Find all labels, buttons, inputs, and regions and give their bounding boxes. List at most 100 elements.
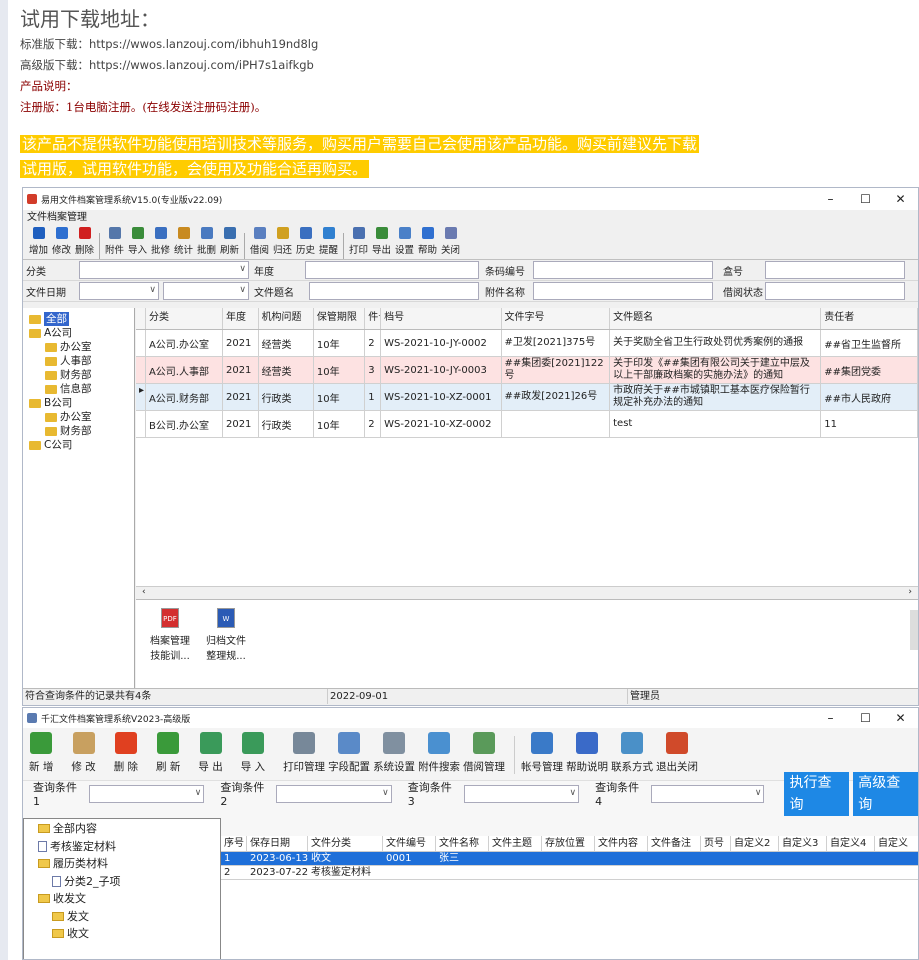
column-header[interactable]: 档号 bbox=[381, 308, 502, 329]
toolbar-calendar-button[interactable]: 借阅管理 bbox=[463, 732, 505, 774]
toolbar-printer-button[interactable]: 打印管理 bbox=[283, 732, 325, 774]
minimize-button[interactable]: – bbox=[813, 192, 848, 206]
toolbar-close-door-button[interactable]: 关闭 bbox=[439, 227, 462, 259]
tree-node[interactable]: 全部 bbox=[23, 312, 134, 326]
attachment-item[interactable]: PDF 档案管理 技能训... bbox=[144, 608, 196, 662]
query-condition-select[interactable] bbox=[88, 784, 205, 803]
maximize-button[interactable]: ☐ bbox=[848, 711, 883, 725]
column-header[interactable]: 责任者 bbox=[821, 308, 918, 329]
query-condition-select[interactable] bbox=[463, 784, 580, 803]
table-row[interactable]: 1 2023-06-13 收文 0001 张三 bbox=[221, 852, 918, 866]
column-header[interactable]: 自定义 bbox=[875, 836, 918, 851]
toolbar-delete-x-button[interactable]: 删 除 bbox=[114, 732, 138, 774]
column-header[interactable]: 文件内容 bbox=[595, 836, 648, 851]
date-to-picker[interactable] bbox=[163, 282, 249, 300]
toolbar-plus-button[interactable]: 新 增 bbox=[29, 732, 53, 774]
toolbar-reminder-button[interactable]: 提醒 bbox=[317, 227, 340, 259]
tree-node[interactable]: 分类2_子项 bbox=[24, 873, 220, 891]
toolbar-exit-button[interactable]: 退出关闭 bbox=[656, 732, 698, 774]
column-header[interactable]: 文件题名 bbox=[610, 308, 822, 329]
toolbar-tools-button[interactable]: 系统设置 bbox=[373, 732, 415, 774]
year-input[interactable] bbox=[305, 261, 479, 279]
column-header[interactable]: 自定义4 bbox=[827, 836, 875, 851]
toolbar-export-button[interactable]: 导出 bbox=[370, 227, 393, 259]
tree-node[interactable]: 考核鉴定材料 bbox=[24, 838, 220, 856]
advanced-download-line[interactable]: 高级版下载：https://wwos.lanzouj.com/iPH7s1aif… bbox=[20, 55, 915, 76]
execute-query-button[interactable]: 执行查询 bbox=[784, 771, 850, 816]
date-from-picker[interactable] bbox=[79, 282, 159, 300]
toolbar-return-button[interactable]: 归还 bbox=[271, 227, 294, 259]
table-row[interactable]: A公司.办公室 2021 经营类 10年 2 WS-2021-10-JY-0002 #卫发[… bbox=[136, 330, 918, 357]
toolbar-import-button[interactable]: 导入 bbox=[126, 227, 149, 259]
column-header[interactable]: 文件字号 bbox=[502, 308, 611, 329]
tree-node[interactable]: 办公室 bbox=[23, 340, 134, 354]
file-title-input[interactable] bbox=[309, 282, 479, 300]
query-condition-select[interactable] bbox=[276, 784, 392, 803]
toolbar-refresh-button[interactable]: 刷新 bbox=[218, 227, 241, 259]
borrow-status-input[interactable] bbox=[765, 282, 905, 300]
toolbar-table-config-button[interactable]: 字段配置 bbox=[328, 732, 370, 774]
column-header[interactable]: 文件备注 bbox=[648, 836, 701, 851]
column-header[interactable]: 文件编号 bbox=[383, 836, 436, 851]
toolbar-help-button[interactable]: 帮助 bbox=[416, 227, 439, 259]
column-header[interactable]: 保管期限 bbox=[314, 308, 366, 329]
toolbar-plus-button[interactable]: 增加 bbox=[27, 227, 50, 259]
column-header[interactable]: 序号 bbox=[221, 836, 247, 851]
box-input[interactable] bbox=[765, 261, 905, 279]
toolbar-users-button[interactable]: 帐号管理 bbox=[521, 732, 563, 774]
toolbar-edit-button[interactable]: 修 改 bbox=[71, 732, 96, 774]
attachment-scrollbar[interactable] bbox=[910, 610, 918, 650]
standard-download-line[interactable]: 标准版下载：https://wwos.lanzouj.com/ibhuh19nd… bbox=[20, 34, 915, 55]
table-row[interactable]: A公司.人事部 2021 经营类 10年 3 WS-2021-10-JY-0003 ##集团… bbox=[136, 357, 918, 384]
toolbar-paperclip-button[interactable]: 附件 bbox=[103, 227, 126, 259]
barcode-input[interactable] bbox=[533, 261, 713, 279]
window1-menu[interactable]: 文件档案管理 bbox=[23, 210, 918, 226]
category-select[interactable] bbox=[79, 261, 249, 279]
toolbar-pencil-button[interactable]: 修改 bbox=[50, 227, 73, 259]
column-header[interactable]: 保存日期 bbox=[247, 836, 308, 851]
close-button[interactable]: ✕ bbox=[883, 711, 918, 725]
tree-node[interactable]: 财务部 bbox=[23, 424, 134, 438]
column-header[interactable]: 文件分类 bbox=[308, 836, 383, 851]
toolbar-history-button[interactable]: 历史 bbox=[294, 227, 317, 259]
toolbar-import-excel-button[interactable]: 导 入 bbox=[241, 732, 265, 774]
toolbar-borrow-button[interactable]: 借阅 bbox=[248, 227, 271, 259]
toolbar-magnifier-button[interactable]: 附件搜索 bbox=[418, 732, 460, 774]
close-button[interactable]: ✕ bbox=[883, 192, 918, 206]
table-row[interactable]: 2 2023-07-22 考核鉴定材料 bbox=[221, 866, 918, 880]
toolbar-settings-button[interactable]: 设置 bbox=[393, 227, 416, 259]
column-header[interactable]: 年度 bbox=[223, 308, 259, 329]
toolbar-export-excel-button[interactable]: 导 出 bbox=[198, 732, 223, 774]
query-condition-select[interactable] bbox=[650, 784, 765, 803]
toolbar-refresh-button[interactable]: 刷 新 bbox=[156, 732, 180, 774]
toolbar-stats-button[interactable]: 统计 bbox=[172, 227, 195, 259]
toolbar-delete-x-button[interactable]: 删除 bbox=[73, 227, 96, 259]
table-row[interactable]: ▸ A公司.财务部 2021 行政类 10年 1 WS-2021-10-XZ-0001 ##政… bbox=[136, 384, 918, 411]
tree-node[interactable]: 发文 bbox=[24, 908, 220, 926]
tree-node[interactable]: 财务部 bbox=[23, 368, 134, 382]
column-header[interactable]: 文件名称 bbox=[436, 836, 489, 851]
column-header[interactable]: 页号 bbox=[701, 836, 731, 851]
toolbar-batch-delete-button[interactable]: 批删 bbox=[195, 227, 218, 259]
toolbar-print-button[interactable]: 打印 bbox=[347, 227, 370, 259]
toolbar-batch-edit-button[interactable]: 批修 bbox=[149, 227, 172, 259]
tree-node[interactable]: 办公室 bbox=[23, 410, 134, 424]
column-header[interactable]: 自定义3 bbox=[779, 836, 827, 851]
tree-node[interactable]: 履历类材料 bbox=[24, 855, 220, 873]
tree-node[interactable]: B公司 bbox=[23, 396, 134, 410]
tree-node[interactable]: 信息部 bbox=[23, 382, 134, 396]
column-header[interactable]: 存放位置 bbox=[542, 836, 595, 851]
column-header[interactable]: 分类 bbox=[146, 308, 223, 329]
toolbar-monitor-button[interactable]: 联系方式 bbox=[611, 732, 653, 774]
tree-node[interactable]: 全部内容 bbox=[24, 820, 220, 838]
tree-node[interactable]: 收文 bbox=[24, 925, 220, 943]
attachment-item[interactable]: W 归档文件 整理规... bbox=[200, 608, 252, 662]
tree-node[interactable]: A公司 bbox=[23, 326, 134, 340]
advanced-query-button[interactable]: 高级查询 bbox=[853, 771, 918, 816]
maximize-button[interactable]: ☐ bbox=[848, 192, 883, 206]
column-header[interactable]: 机构问题 bbox=[259, 308, 314, 329]
minimize-button[interactable]: – bbox=[813, 711, 848, 725]
table-row[interactable]: B公司.办公室 2021 行政类 10年 2 WS-2021-10-XZ-0002 test… bbox=[136, 411, 918, 438]
tree-node[interactable]: 人事部 bbox=[23, 354, 134, 368]
tree-node[interactable]: 收发文 bbox=[24, 890, 220, 908]
